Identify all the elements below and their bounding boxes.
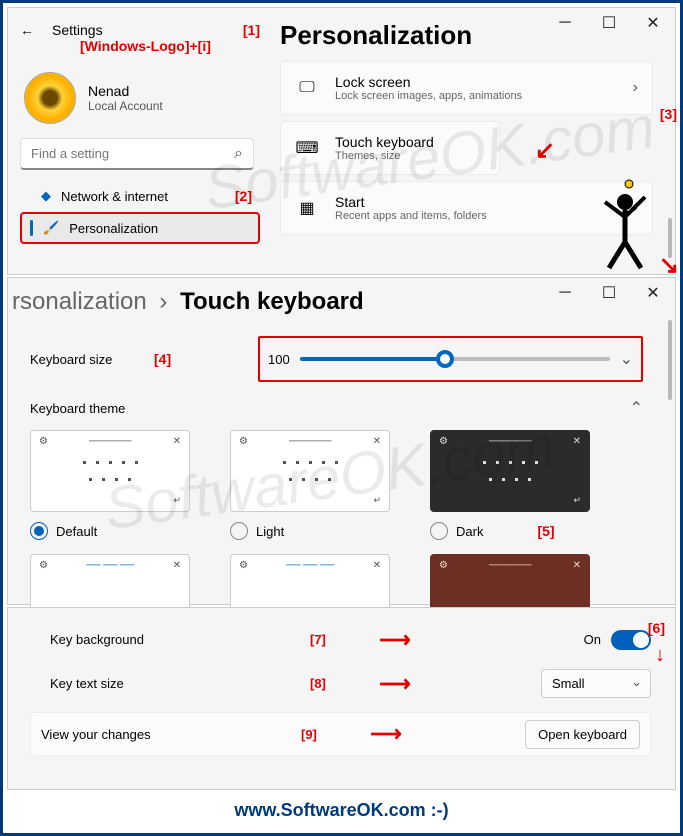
radio-light[interactable] — [230, 522, 248, 540]
chevron-right-icon: › — [633, 79, 638, 97]
radio-dark[interactable] — [430, 522, 448, 540]
radio-default[interactable] — [30, 522, 48, 540]
sidebar-item-personalization[interactable]: 🖌️ Personalization — [20, 212, 260, 244]
theme-default[interactable]: ⚙──────✕ ↵ Default — [30, 430, 190, 540]
lock-screen-icon: 🖵 — [295, 79, 319, 97]
personalization-icon: 🖌️ — [43, 220, 59, 236]
sidebar-item-label: Network & internet — [61, 189, 168, 204]
sidebar-item-label: Personalization — [69, 221, 158, 236]
back-icon[interactable]: ← — [20, 22, 34, 38]
keyboard-size-label: Keyboard size — [30, 352, 112, 367]
minimize-button[interactable]: ─ — [543, 278, 587, 308]
annotation-7: [7] — [310, 632, 350, 647]
slider-thumb[interactable] — [436, 350, 454, 368]
toggle-state: On — [584, 632, 601, 647]
theme-label: Light — [256, 524, 284, 539]
breadcrumb-current: Touch keyboard — [180, 288, 364, 315]
annotation-9: [9] — [301, 727, 341, 742]
key-text-size-select[interactable]: Small — [541, 669, 651, 698]
settings-label: Settings — [52, 22, 103, 38]
slider-value: 100 — [268, 352, 290, 367]
user-account-type: Local Account — [88, 99, 163, 113]
key-background-toggle[interactable] — [611, 630, 651, 650]
arrow-right-red: ⟶ — [350, 671, 440, 697]
view-changes-label: View your changes — [41, 727, 301, 742]
start-icon: ▦ — [295, 198, 319, 218]
search-input[interactable] — [31, 146, 234, 161]
key-background-label: Key background — [30, 632, 310, 647]
sidebar-item-network[interactable]: ◆ Network & internet [2] — [20, 182, 260, 210]
annotation-8: [8] — [310, 676, 350, 691]
annotation-1b: [Windows-Logo]+[i] — [80, 38, 260, 54]
chevron-down-icon[interactable]: ⌄ — [620, 349, 633, 369]
card-title: Touch keyboard — [335, 134, 434, 150]
annotation-3: [3] — [660, 106, 677, 122]
card-subtitle: Themes, size — [335, 150, 434, 162]
network-icon: ◆ — [41, 188, 51, 204]
chevron-up-icon[interactable]: ⌃ — [258, 398, 643, 418]
theme-dark[interactable]: ⚙──────✕ ↵ Dark [5] — [430, 430, 590, 540]
close-button[interactable]: ✕ — [631, 278, 675, 308]
keyboard-size-row: 100 ⌄ — [258, 336, 643, 382]
stick-figure-illustration — [595, 172, 655, 272]
page-title: Personalization — [280, 20, 653, 51]
keyboard-icon: ⌨ — [295, 138, 319, 158]
card-lock-screen[interactable]: 🖵 Lock screen Lock screen images, apps, … — [280, 61, 653, 115]
arrow-down-red: ↓ — [655, 644, 665, 667]
scrollbar-thumb[interactable] — [668, 320, 672, 400]
key-text-size-label: Key text size — [30, 676, 310, 691]
card-title: Lock screen — [335, 74, 522, 90]
breadcrumb-parent[interactable]: rsonalization — [12, 288, 147, 315]
annotation-2: [2] — [235, 188, 252, 204]
breadcrumb-sep: › — [159, 288, 167, 315]
annotation-4: [4] — [154, 351, 171, 367]
arrow-right-red: ⟶ — [341, 721, 431, 747]
nav-selection-bar — [30, 220, 33, 236]
arrow-left-red: ↙ — [535, 136, 555, 165]
user-name: Nenad — [88, 83, 163, 99]
maximize-button[interactable]: ☐ — [587, 278, 631, 308]
avatar[interactable] — [24, 72, 76, 124]
card-title: Start — [335, 194, 487, 210]
theme-label: Dark — [456, 524, 483, 539]
annotation-6: [6] — [648, 620, 665, 636]
card-touch-keyboard[interactable]: ⌨ Touch keyboard Themes, size — [280, 121, 500, 175]
card-subtitle: Recent apps and items, folders — [335, 210, 487, 222]
annotation-1: [1] — [243, 22, 260, 38]
arrow-right-red: ⟶ — [350, 627, 440, 653]
keyboard-size-slider[interactable] — [300, 357, 610, 361]
annotation-5: [5] — [537, 523, 554, 539]
card-subtitle: Lock screen images, apps, animations — [335, 90, 522, 102]
arrow-down-red: ↘ — [659, 251, 679, 280]
open-keyboard-button[interactable]: Open keyboard — [525, 720, 640, 749]
theme-light[interactable]: ⚙──────✕ ↵ Light — [230, 430, 390, 540]
theme-label: Default — [56, 524, 97, 539]
select-value: Small — [552, 676, 585, 691]
search-input-wrap: ⌕ — [20, 138, 254, 170]
footer-url: www.SoftwareOK.com :-) — [7, 792, 676, 829]
search-icon[interactable]: ⌕ — [234, 145, 243, 163]
keyboard-theme-label: Keyboard theme — [30, 401, 258, 416]
